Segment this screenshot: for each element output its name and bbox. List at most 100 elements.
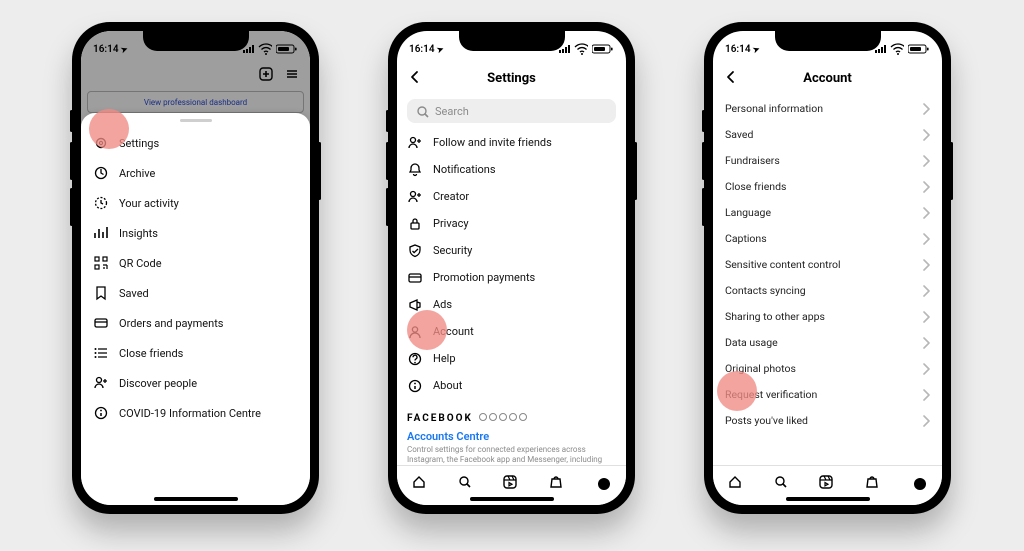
account-item-label: Language: [725, 206, 771, 219]
lock-icon: [407, 216, 423, 232]
menu-item-bookmark[interactable]: Saved: [93, 278, 298, 308]
back-button[interactable]: [407, 69, 423, 89]
account-item-data-usage[interactable]: Data usage: [725, 329, 930, 355]
tab-reels[interactable]: [500, 472, 522, 494]
chevron-right-icon: [918, 283, 930, 297]
account-item-original-photos[interactable]: Original photos: [725, 355, 930, 381]
bookmark-icon: [93, 285, 109, 301]
chevron-right-icon: [918, 127, 930, 141]
tab-profile[interactable]: [592, 472, 614, 494]
account-item-fundraisers[interactable]: Fundraisers: [725, 147, 930, 173]
search-icon: [415, 104, 429, 118]
settings-item-about[interactable]: About: [407, 372, 616, 399]
account-item-label: Posts you've liked: [725, 414, 808, 427]
card-icon: [93, 315, 109, 331]
menu-item-label: Saved: [119, 287, 149, 300]
adduser-icon: [407, 189, 423, 205]
settings-item-ads[interactable]: Ads: [407, 291, 616, 318]
account-item-label: Original photos: [725, 362, 796, 375]
chevron-right-icon: [918, 257, 930, 271]
home-indicator[interactable]: [154, 497, 238, 501]
sheet-grabber[interactable]: [180, 119, 212, 122]
account-item-language[interactable]: Language: [725, 199, 930, 225]
menu-item-history[interactable]: Archive: [93, 158, 298, 188]
settings-item-label: Help: [433, 352, 456, 365]
tab-home[interactable]: [725, 472, 747, 494]
tab-shop[interactable]: [546, 472, 568, 494]
account-item-personal-information[interactable]: Personal information: [725, 95, 930, 121]
menu-item-label: Close friends: [119, 347, 183, 360]
menu-icon[interactable]: [284, 66, 300, 86]
menu-item-gear[interactable]: Settings: [93, 128, 298, 158]
settings-item-label: Follow and invite friends: [433, 136, 552, 149]
menu-item-adduser[interactable]: Discover people: [93, 368, 298, 398]
home-indicator[interactable]: [786, 497, 870, 501]
menu-item-label: Discover people: [119, 377, 197, 390]
phone-settings: 16:14 ➤ Settings Search Foll: [388, 22, 635, 514]
settings-item-help[interactable]: Help: [407, 345, 616, 372]
gear-icon: [93, 135, 109, 151]
location-icon: ➤: [751, 44, 760, 55]
home-indicator[interactable]: [470, 497, 554, 501]
chevron-right-icon: [918, 335, 930, 349]
settings-item-follow-and-invite-friends[interactable]: Follow and invite friends: [407, 129, 616, 156]
account-item-posts-you-ve-liked[interactable]: Posts you've liked: [725, 407, 930, 433]
account-item-request-verification[interactable]: Request verification: [725, 381, 930, 407]
account-item-label: Request verification: [725, 388, 817, 401]
settings-item-notifications[interactable]: Notifications: [407, 156, 616, 183]
account-item-label: Fundraisers: [725, 154, 780, 167]
chevron-right-icon: [918, 101, 930, 115]
wifi-icon: [258, 42, 272, 56]
nav-header: Account: [713, 61, 942, 95]
settings-item-privacy[interactable]: Privacy: [407, 210, 616, 237]
tab-profile[interactable]: [908, 472, 930, 494]
menu-item-card[interactable]: Orders and payments: [93, 308, 298, 338]
menu-item-clock[interactable]: Your activity: [93, 188, 298, 218]
settings-item-label: Account: [433, 325, 474, 338]
account-item-label: Close friends: [725, 180, 786, 193]
meta-products-icon: [477, 413, 527, 424]
account-item-sharing-to-other-apps[interactable]: Sharing to other apps: [725, 303, 930, 329]
new-post-icon[interactable]: [258, 66, 274, 86]
account-item-label: Saved: [725, 128, 753, 141]
phone-account: 16:14 ➤ Account Personal information Sav…: [704, 22, 951, 514]
insights-icon: [93, 225, 109, 241]
tab-search[interactable]: [771, 472, 793, 494]
menu-item-qr[interactable]: QR Code: [93, 248, 298, 278]
menu-item-label: Settings: [119, 137, 159, 150]
settings-item-security[interactable]: Security: [407, 237, 616, 264]
menu-item-insights[interactable]: Insights: [93, 218, 298, 248]
account-item-saved[interactable]: Saved: [725, 121, 930, 147]
tab-home[interactable]: [409, 472, 431, 494]
tab-reels[interactable]: [816, 472, 838, 494]
location-icon: ➤: [435, 44, 444, 55]
account-item-close-friends[interactable]: Close friends: [725, 173, 930, 199]
location-icon: ➤: [119, 44, 128, 55]
settings-item-creator[interactable]: Creator: [407, 183, 616, 210]
adduser-icon: [407, 135, 423, 151]
battery-icon: [908, 43, 930, 55]
menu-item-label: Insights: [119, 227, 158, 240]
tab-search[interactable]: [455, 472, 477, 494]
nav-header: Settings: [397, 61, 626, 95]
tab-shop[interactable]: [862, 472, 884, 494]
settings-item-account[interactable]: Account: [407, 318, 616, 345]
accounts-centre-link[interactable]: Accounts Centre: [407, 430, 616, 443]
settings-item-label: Privacy: [433, 217, 469, 230]
search-input[interactable]: Search: [407, 99, 616, 123]
back-button[interactable]: [723, 69, 739, 89]
card-icon: [407, 270, 423, 286]
chevron-right-icon: [918, 387, 930, 401]
menu-item-list[interactable]: Close friends: [93, 338, 298, 368]
pro-dashboard-banner[interactable]: View professional dashboard: [87, 91, 304, 113]
chevron-right-icon: [918, 309, 930, 323]
info-icon: [93, 405, 109, 421]
menu-item-label: Archive: [119, 167, 155, 180]
settings-item-label: Notifications: [433, 163, 496, 176]
menu-sheet: Settings Archive Your activity Insights …: [81, 113, 310, 505]
account-item-captions[interactable]: Captions: [725, 225, 930, 251]
account-item-sensitive-content-control[interactable]: Sensitive content control: [725, 251, 930, 277]
account-item-contacts-syncing[interactable]: Contacts syncing: [725, 277, 930, 303]
menu-item-info[interactable]: COVID-19 Information Centre: [93, 398, 298, 428]
settings-item-promotion-payments[interactable]: Promotion payments: [407, 264, 616, 291]
